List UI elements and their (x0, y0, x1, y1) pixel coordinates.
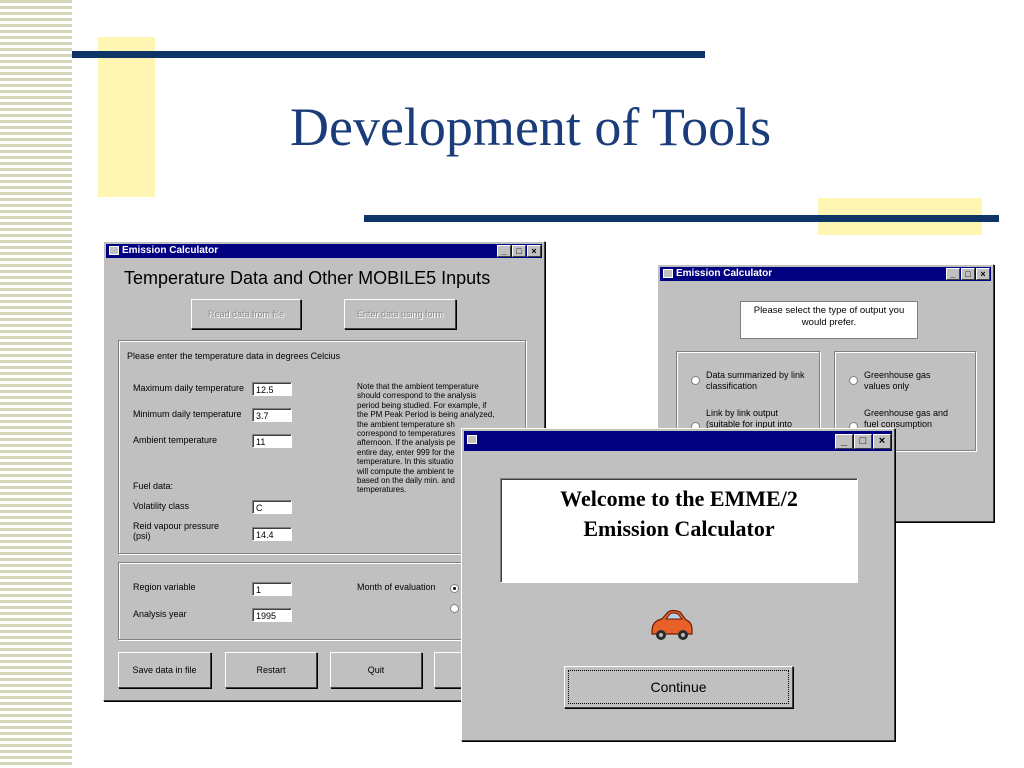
ghg-only-label: Greenhouse gas values only (864, 370, 931, 391)
maximize-button[interactable]: □ (961, 268, 975, 280)
accent-block (98, 37, 155, 197)
bottom-rule (364, 215, 999, 222)
app-icon (663, 269, 673, 278)
ghg-fuel-label: Greenhouse gas and (864, 408, 949, 418)
fuel-data-label: Fuel data: (133, 481, 174, 491)
window-title: Emission Calculator (676, 268, 773, 279)
ambient-temp-input[interactable]: 11 (252, 434, 292, 448)
link-by-link-label: Link by link output (706, 408, 779, 418)
year-input[interactable]: 1995 (252, 608, 292, 622)
title-bar: _ □ × (464, 431, 892, 451)
output-prompt: Please select the type of output you wou… (740, 301, 918, 339)
instruction-label: Please enter the temperature data in deg… (127, 351, 341, 361)
ambient-temp-label: Ambient temperature (133, 435, 218, 445)
rvp-label: Reid vapour pressure (psi) (133, 521, 220, 541)
top-rule (72, 51, 705, 58)
app-icon (109, 246, 119, 255)
region-input[interactable]: 1 (252, 582, 292, 596)
close-button[interactable]: × (527, 245, 541, 257)
app-icon (467, 435, 477, 444)
welcome-window: _ □ × Welcome to the EMME/2 Emission Cal… (461, 428, 895, 741)
quit-button[interactable]: Quit (330, 652, 422, 688)
close-button[interactable]: × (976, 268, 990, 280)
decorative-stripes (0, 0, 72, 768)
summarized-label: Data summarized by link classification (706, 370, 805, 391)
year-label: Analysis year (133, 609, 187, 619)
summarized-radio[interactable] (691, 376, 700, 385)
read-from-file-button[interactable]: Read data from file (191, 299, 301, 329)
month-radio-2[interactable] (450, 604, 459, 613)
welcome-message: Welcome to the EMME/2 Emission Calculato… (500, 478, 858, 583)
minimize-button[interactable]: _ (835, 434, 853, 449)
max-temp-input[interactable]: 12.5 (252, 382, 292, 396)
title-bar: Emission Calculator _ □ × (106, 244, 542, 258)
min-temp-label: Minimum daily temperature (133, 409, 242, 419)
month-radio-1[interactable] (450, 584, 459, 593)
min-temp-input[interactable]: 3.7 (252, 408, 292, 422)
enter-using-form-button[interactable]: Enter data using form (344, 299, 456, 329)
ghg-only-radio[interactable] (849, 376, 858, 385)
window-title: Emission Calculator (122, 245, 219, 256)
slide-title: Development of Tools (290, 97, 772, 157)
close-button[interactable]: × (873, 434, 891, 449)
save-data-button[interactable]: Save data in file (118, 652, 211, 688)
title-bar: Emission Calculator _ □ × (660, 267, 991, 281)
volatility-label: Volatility class (133, 501, 190, 511)
max-temp-label: Maximum daily temperature (133, 383, 245, 393)
minimize-button[interactable]: _ (946, 268, 960, 280)
region-label: Region variable (133, 582, 196, 592)
form-heading: Temperature Data and Other MOBILE5 Input… (124, 268, 491, 288)
maximize-button[interactable]: □ (854, 434, 872, 449)
restart-button[interactable]: Restart (225, 652, 317, 688)
maximize-button[interactable]: □ (512, 245, 526, 257)
month-label: Month of evaluation (357, 582, 436, 592)
volatility-input[interactable]: C (252, 500, 292, 514)
car-icon (651, 609, 693, 640)
continue-button[interactable]: Continue (564, 666, 793, 708)
rvp-input[interactable]: 14.4 (252, 527, 292, 541)
minimize-button[interactable]: _ (497, 245, 511, 257)
